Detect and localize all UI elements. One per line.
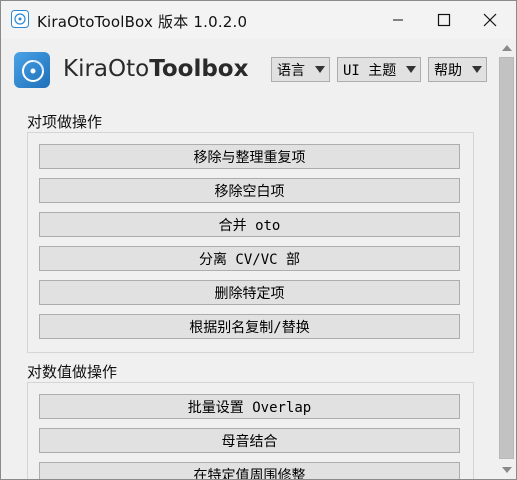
minimize-icon (393, 19, 403, 21)
remove-duplicates-button[interactable]: 移除与整理重复项 (39, 144, 460, 169)
remove-empty-button[interactable]: 移除空白项 (39, 178, 460, 203)
ui-theme-menu-button[interactable]: UI 主题 (337, 57, 421, 82)
language-menu-button[interactable]: 语言 (271, 57, 330, 82)
split-cv-vc-button[interactable]: 分离 CV/VC 部 (39, 246, 460, 271)
app-logo-icon (11, 10, 29, 28)
maximize-icon (437, 13, 451, 27)
section-title-items: 对项做操作 (27, 113, 103, 131)
vowel-combine-button[interactable]: 母音结合 (39, 428, 460, 453)
scroll-up-arrow-icon[interactable] (502, 45, 512, 51)
help-menu-label: 帮助 (434, 62, 462, 79)
main-content[interactable]: KiraOtoToolbox 语言 UI 主题 帮助 对项做操作 移除与整理重复… (1, 39, 516, 479)
scrollbar-thumb[interactable] (499, 57, 514, 459)
brand-part1: KiraOto (63, 56, 150, 82)
app-window: KiraOtoToolBox 版本 1.0.2.0 KiraOtoToolbox (0, 0, 517, 480)
brand-wordmark: KiraOtoToolbox (63, 56, 248, 82)
chevron-down-icon (315, 66, 325, 73)
chevron-down-icon (472, 66, 482, 73)
delete-specific-button[interactable]: 删除特定项 (39, 280, 460, 305)
close-icon (483, 13, 497, 27)
section-title-values: 对数值做操作 (27, 363, 118, 381)
trim-around-value-button[interactable]: 在特定值周围修整 (39, 462, 460, 479)
brand-logo-icon (14, 52, 50, 88)
title-bar[interactable]: KiraOtoToolBox 版本 1.0.2.0 (1, 1, 516, 39)
minimize-button[interactable] (375, 1, 421, 39)
ui-theme-menu-label: UI 主题 (343, 62, 397, 79)
help-menu-button[interactable]: 帮助 (428, 57, 487, 82)
copy-replace-by-alias-button[interactable]: 根据别名复制/替换 (39, 314, 460, 339)
maximize-button[interactable] (421, 1, 467, 39)
close-button[interactable] (467, 1, 513, 39)
chevron-down-icon (406, 66, 416, 73)
batch-set-overlap-button[interactable]: 批量设置 Overlap (39, 394, 460, 419)
merge-oto-button[interactable]: 合并 oto (39, 212, 460, 237)
brand-part2: Toolbox (149, 56, 249, 82)
language-menu-label: 语言 (277, 62, 305, 79)
scroll-down-arrow-icon[interactable] (502, 467, 512, 473)
vertical-scrollbar[interactable] (498, 39, 516, 479)
window-title: KiraOtoToolBox 版本 1.0.2.0 (37, 13, 248, 31)
